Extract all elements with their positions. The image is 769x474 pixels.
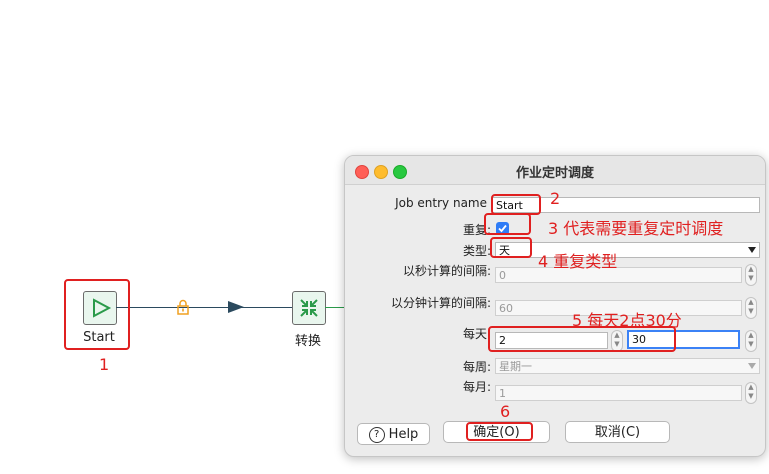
annotation-2: 2 [550,189,561,208]
type-label: 类型: [462,244,491,258]
annotation-5: 5 每天2点30分 [572,311,682,330]
monthly-input[interactable]: 1 [495,385,742,401]
lock-icon [177,299,189,315]
monthly-stepper[interactable]: ▲ ▼ [745,382,757,404]
highlight-start-node [64,279,130,350]
interval-seconds-input[interactable]: 0 [495,267,742,283]
interval-seconds-label: 以秒计算的间隔: [402,264,491,278]
weekly-select[interactable]: 星期一 [495,358,760,374]
interval-seconds-stepper[interactable]: ▲ ▼ [745,264,757,286]
hop-line-out [325,307,345,308]
highlight-type-select [490,237,532,258]
monthly-label: 每月: [462,380,491,394]
annotation-1: 1 [99,355,110,374]
hop-arrow-icon [228,301,244,313]
transform-node-label: 转换 [294,334,321,349]
help-button[interactable]: ? Help [357,423,430,445]
weekly-label: 每周: [462,360,491,374]
dialog-title: 作业定时调度 [515,166,594,181]
job-entry-name-label: Job entry name [395,196,487,210]
dialog-titlebar: 作业定时调度 [345,156,765,185]
weekly-dropdown-arrow-icon [748,363,756,369]
interval-minutes-stepper[interactable]: ▲ ▼ [745,297,757,319]
daily-label: 每天: [462,327,491,341]
highlight-ok-button [466,422,533,441]
hop-line[interactable] [116,307,292,308]
type-select[interactable]: 天 [495,242,760,258]
dropdown-arrow-icon [748,247,756,253]
help-button-label: Help [388,427,419,442]
annotation-3: 3 代表需要重复定时调度 [548,219,724,238]
interval-minutes-label: 以分钟计算的间隔: [390,296,491,310]
cancel-button[interactable]: 取消(C) [565,421,670,443]
daily-minute-stepper[interactable]: ▲ ▼ [745,330,757,352]
transform-node[interactable] [292,291,326,325]
highlight-job-entry-name [491,194,541,215]
annotation-6: 6 [500,402,511,421]
help-icon: ? [368,426,385,443]
annotation-4: 4 重复类型 [538,252,618,271]
highlight-repeat-checkbox [484,213,531,235]
transform-icon [300,299,318,317]
